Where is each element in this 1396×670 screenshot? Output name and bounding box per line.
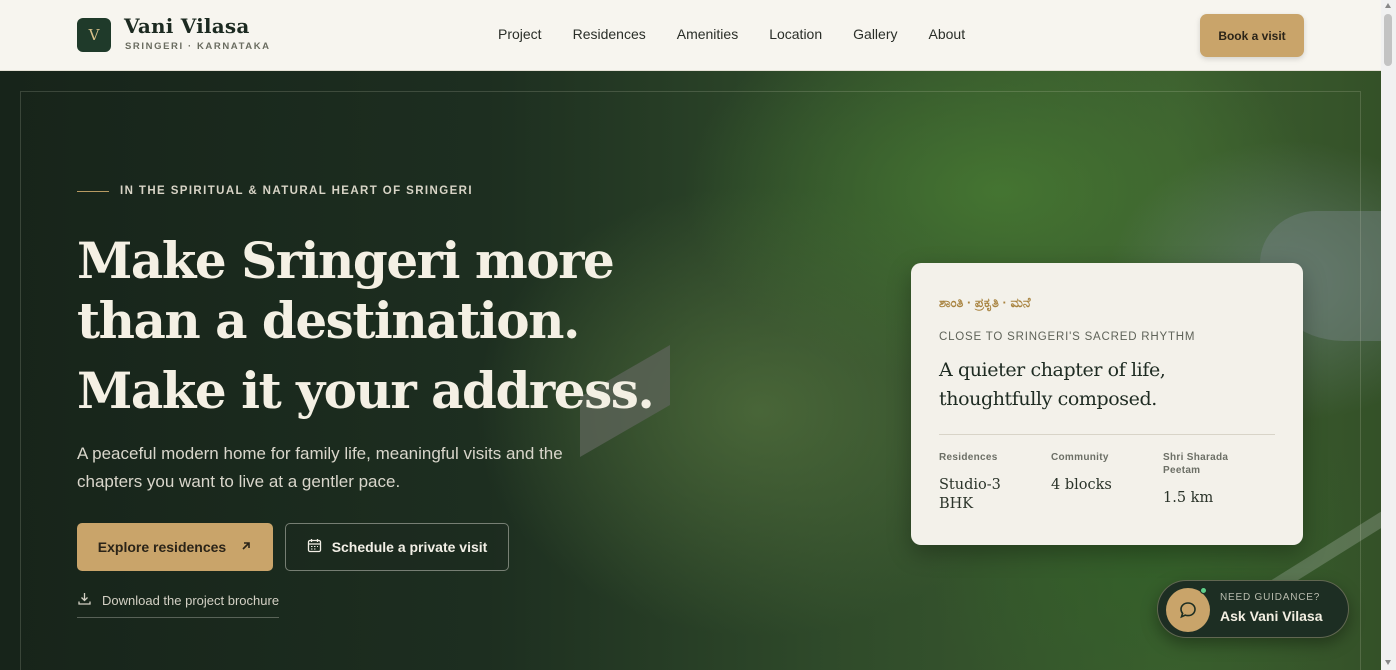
scroll-down-arrow-icon[interactable] [1385, 660, 1391, 665]
calendar-icon [307, 538, 322, 556]
explore-residences-button[interactable]: Explore residences [77, 523, 273, 571]
nav-item-residences[interactable]: Residences [573, 26, 646, 42]
info-card: ಶಾಂತಿ · ಪ್ರಕೃತಿ · ಮನೆ CLOSE TO SRINGERI'… [911, 263, 1303, 545]
stat-residences: Residences Studio-3 BHK [939, 451, 1039, 514]
main-nav: Project Residences Amenities Location Ga… [498, 26, 996, 42]
online-status-dot [1200, 587, 1207, 594]
headline-line-2: than a destination. [77, 291, 580, 350]
schedule-visit-button[interactable]: Schedule a private visit [285, 523, 509, 571]
card-divider [939, 434, 1275, 435]
assistant-subtitle: NEED GUIDANCE? [1220, 592, 1321, 603]
schedule-button-label: Schedule a private visit [331, 539, 488, 555]
stat-value: 1.5 km [1163, 490, 1214, 506]
stat-value: 4 blocks [1051, 477, 1112, 493]
nav-item-location[interactable]: Location [769, 26, 822, 42]
hero-eyebrow: IN THE SPIRITUAL & NATURAL HEART OF SRIN… [120, 185, 473, 197]
card-title: A quieter chapter of life, thoughtfully … [939, 359, 1166, 410]
arrow-up-right-icon [240, 539, 252, 555]
brochure-label: Download the project brochure [102, 592, 280, 608]
hero-subtext: A peaceful modern home for family life, … [77, 444, 563, 491]
nav-item-amenities[interactable]: Amenities [677, 26, 738, 42]
download-icon [77, 591, 92, 609]
stat-label: Shri Sharada Peetam [1163, 452, 1229, 476]
eyebrow-rule [77, 191, 109, 192]
scroll-up-arrow-icon[interactable] [1385, 3, 1391, 8]
brand-subtitle: SRINGERI · KARNATAKA [125, 41, 271, 52]
nav-item-project[interactable]: Project [498, 26, 542, 42]
brochure-download-link[interactable]: Download the project brochure [77, 591, 280, 618]
card-eyebrow: CLOSE TO SRINGERI'S SACRED RHYTHM [939, 331, 1196, 343]
stat-value: Studio-3 BHK [939, 477, 1001, 512]
card-kannada-tagline: ಶಾಂತಿ · ಪ್ರಕೃತಿ · ಮನೆ [939, 295, 1031, 310]
nav-item-gallery[interactable]: Gallery [853, 26, 897, 42]
book-visit-button[interactable]: Book a visit [1200, 14, 1304, 57]
stat-label: Residences [939, 452, 998, 463]
logo-mark[interactable]: V [77, 18, 111, 52]
hero-headline-secondary: Make it your address. [77, 361, 655, 420]
scrollbar-thumb[interactable] [1384, 14, 1392, 66]
chat-bubble-icon [1166, 588, 1210, 632]
brand-name[interactable]: Vani Vilasa [124, 14, 249, 38]
ask-assistant-widget[interactable]: NEED GUIDANCE? Ask Vani Vilasa [1157, 580, 1349, 638]
stat-community: Community 4 blocks [1051, 451, 1151, 495]
explore-button-label: Explore residences [97, 539, 227, 555]
hero-headline: Make Sringeri more than a destination. [77, 231, 615, 351]
stat-sharada-peetam: Shri Sharada Peetam 1.5 km [1163, 451, 1263, 508]
stat-label: Community [1051, 452, 1109, 463]
page-scrollbar[interactable] [1381, 0, 1396, 670]
nav-item-about[interactable]: About [929, 26, 966, 42]
assistant-title: Ask Vani Vilasa [1220, 608, 1323, 624]
headline-line-1: Make Sringeri more [77, 231, 615, 290]
site-header: V Vani Vilasa SRINGERI · KARNATAKA Proje… [0, 0, 1381, 71]
